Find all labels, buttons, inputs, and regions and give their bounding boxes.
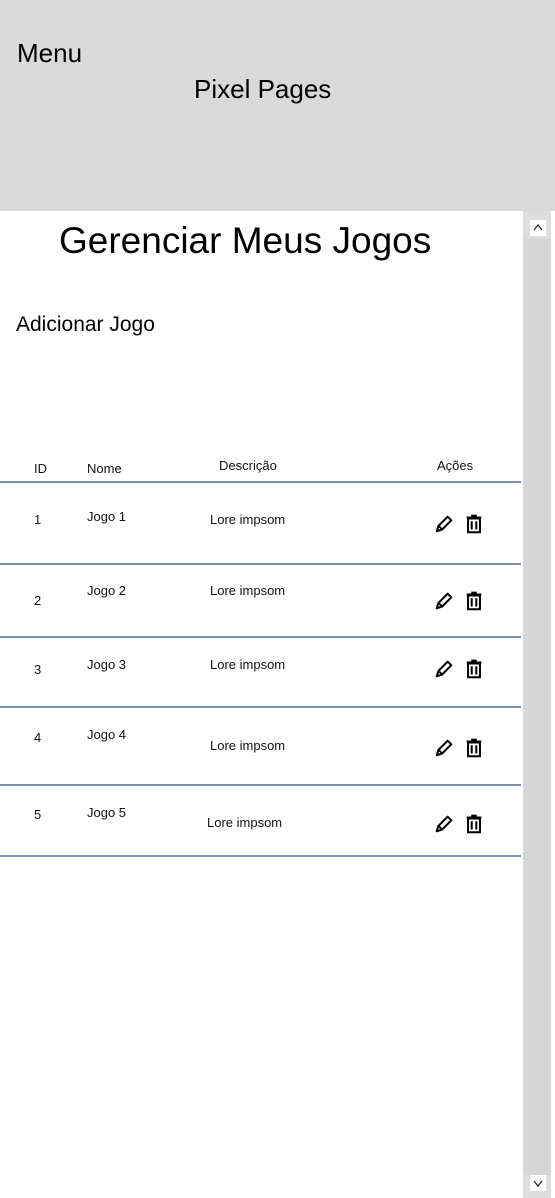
table-header-name: Nome	[87, 461, 122, 476]
table-header-id: ID	[34, 461, 47, 476]
row-3-id: 3	[34, 662, 42, 677]
pencil-icon[interactable]	[433, 812, 455, 836]
row-divider	[0, 563, 521, 565]
row-divider	[0, 784, 521, 786]
row-1-description: Lore impsom	[210, 512, 286, 527]
row-5-name: Jogo 5	[87, 805, 127, 820]
row-3-name: Jogo 3	[87, 657, 127, 672]
pencil-icon[interactable]	[433, 589, 455, 613]
table-header-actions: Ações	[437, 458, 474, 473]
scrollbar-track[interactable]	[523, 239, 551, 1175]
pencil-icon[interactable]	[433, 736, 455, 760]
row-2-name: Jogo 2	[87, 583, 127, 598]
row-2-description: Lore impsom	[210, 583, 286, 598]
row-5-id: 5	[34, 807, 42, 822]
row-4-description: Lore impsom	[210, 738, 286, 753]
app-page: Menu Pixel Pages Gerenciar Meus Jogos Ad…	[0, 0, 555, 1198]
top-header: Menu Pixel Pages	[0, 0, 555, 211]
row-4-name: Jogo 4	[87, 727, 127, 742]
add-game-button[interactable]: Adicionar Jogo	[16, 312, 155, 338]
trash-icon[interactable]	[463, 812, 485, 836]
row-5-actions	[433, 812, 485, 836]
row-2-actions	[433, 589, 485, 613]
row-divider	[0, 636, 521, 638]
pencil-icon[interactable]	[433, 657, 455, 681]
row-3-description: Lore impsom	[210, 657, 286, 672]
page-title: Gerenciar Meus Jogos	[59, 220, 432, 261]
row-1-name: Jogo 1	[87, 509, 127, 524]
chevron-down-icon[interactable]	[530, 1175, 546, 1191]
pencil-icon[interactable]	[433, 512, 455, 536]
trash-icon[interactable]	[463, 589, 485, 613]
site-title: Pixel Pages	[194, 74, 332, 104]
table-header-divider	[0, 481, 521, 483]
trash-icon[interactable]	[463, 736, 485, 760]
vertical-scrollbar[interactable]	[523, 211, 551, 1198]
trash-icon[interactable]	[463, 657, 485, 681]
row-divider	[0, 855, 521, 857]
row-4-id: 4	[34, 730, 42, 745]
row-divider	[0, 706, 521, 708]
row-1-actions	[433, 512, 485, 536]
menu-button[interactable]: Menu	[17, 38, 82, 68]
row-5-description: Lore impsom	[207, 815, 283, 830]
row-1-id: 1	[34, 512, 42, 527]
trash-icon[interactable]	[463, 512, 485, 536]
row-4-actions	[433, 736, 485, 760]
row-2-id: 2	[34, 593, 42, 608]
table-header-description: Descrição	[219, 458, 277, 473]
chevron-up-icon[interactable]	[530, 220, 546, 236]
row-3-actions	[433, 657, 485, 681]
